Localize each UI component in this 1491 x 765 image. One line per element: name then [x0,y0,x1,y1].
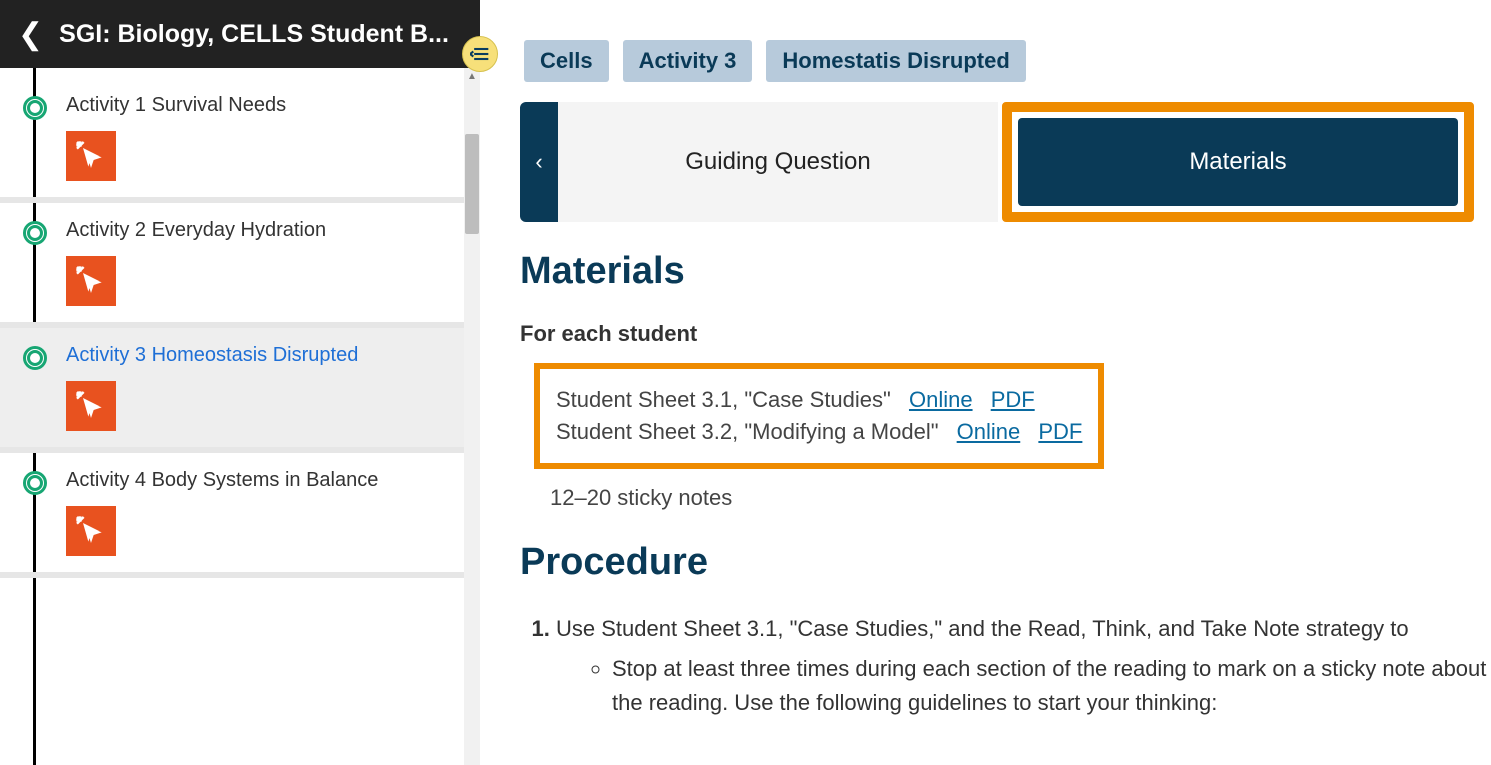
sidebar-activity-item[interactable]: Activity 2 Everyday Hydration [0,203,480,328]
materials-tab-highlight: Materials [1002,102,1474,222]
activity-label: Activity 1 Survival Needs [66,94,460,117]
activity-list: Activity 1 Survival Needs Activity 2 Ever… [0,78,480,578]
collapse-left-icon [470,44,490,64]
interactive-activity-icon[interactable] [66,131,116,181]
student-sheet-text: Student Sheet 3.2, "Modifying a Model" [556,419,939,444]
sheet-pdf-link[interactable]: PDF [991,387,1035,412]
tab-guiding-question[interactable]: Guiding Question [558,102,998,222]
timeline-marker-icon [23,221,47,245]
activity-label: Activity 4 Body Systems in Balance [66,469,460,492]
sidebar-header: ❮ SGI: Biology, CELLS Student B... [0,0,480,68]
materials-heading: Materials [520,250,1491,293]
breadcrumbs: Cells Activity 3 Homestatis Disrupted [524,40,1491,82]
back-icon[interactable]: ❮ [18,17,43,52]
tab-previous-button[interactable]: ‹ [520,102,558,222]
procedure-list: Use Student Sheet 3.1, "Case Studies," a… [556,612,1491,720]
crumb-activity-3[interactable]: Activity 3 [623,40,753,82]
procedure-substeps: Stop at least three times during each se… [612,652,1491,720]
student-sheet-row: Student Sheet 3.1, "Case Studies" Online… [556,387,1082,413]
interactive-activity-icon[interactable] [66,506,116,556]
sidebar-body: Activity 1 Survival Needs Activity 2 Ever… [0,68,480,765]
sticky-notes-line: 12–20 sticky notes [550,485,1491,511]
main-content: Cells Activity 3 Homestatis Disrupted ‹ … [480,0,1491,765]
timeline-marker-icon [23,96,47,120]
sheet-online-link[interactable]: Online [909,387,973,412]
activity-label: Activity 2 Everyday Hydration [66,219,460,242]
student-sheet-text: Student Sheet 3.1, "Case Studies" [556,387,891,412]
activity-label: Activity 3 Homeostasis Disrupted [66,344,460,367]
sidebar-scrollbar[interactable]: ▲ [464,68,480,765]
timeline-marker-icon [23,471,47,495]
student-sheet-row: Student Sheet 3.2, "Modifying a Model" O… [556,419,1082,445]
scroll-thumb[interactable] [465,134,479,234]
sidebar-title: SGI: Biology, CELLS Student B... [59,20,449,49]
procedure-heading: Procedure [520,541,1491,584]
interactive-activity-icon[interactable] [66,381,116,431]
sheet-pdf-link[interactable]: PDF [1038,419,1082,444]
procedure-step-1-text: Use Student Sheet 3.1, "Case Studies," a… [556,616,1409,641]
crumb-homeostasis-disrupted[interactable]: Homestatis Disrupted [766,40,1025,82]
student-sheets-highlight: Student Sheet 3.1, "Case Studies" Online… [534,363,1104,469]
tab-materials[interactable]: Materials [1018,118,1458,206]
procedure-step-1: Use Student Sheet 3.1, "Case Studies," a… [556,612,1491,720]
sidebar-activity-item[interactable]: Activity 3 Homeostasis Disrupted [0,328,480,453]
timeline-marker-icon [23,346,47,370]
for-each-student-label: For each student [520,321,1491,347]
sidebar: ❮ SGI: Biology, CELLS Student B... Activ… [0,0,480,765]
collapse-sidebar-button[interactable] [462,36,498,72]
crumb-cells[interactable]: Cells [524,40,609,82]
procedure-substep: Stop at least three times during each se… [612,652,1491,720]
interactive-activity-icon[interactable] [66,256,116,306]
tab-bar: ‹ Guiding Question Materials [520,102,1491,222]
sidebar-activity-item[interactable]: Activity 4 Body Systems in Balance [0,453,480,578]
sheet-online-link[interactable]: Online [957,419,1021,444]
sidebar-activity-item[interactable]: Activity 1 Survival Needs [0,78,480,203]
